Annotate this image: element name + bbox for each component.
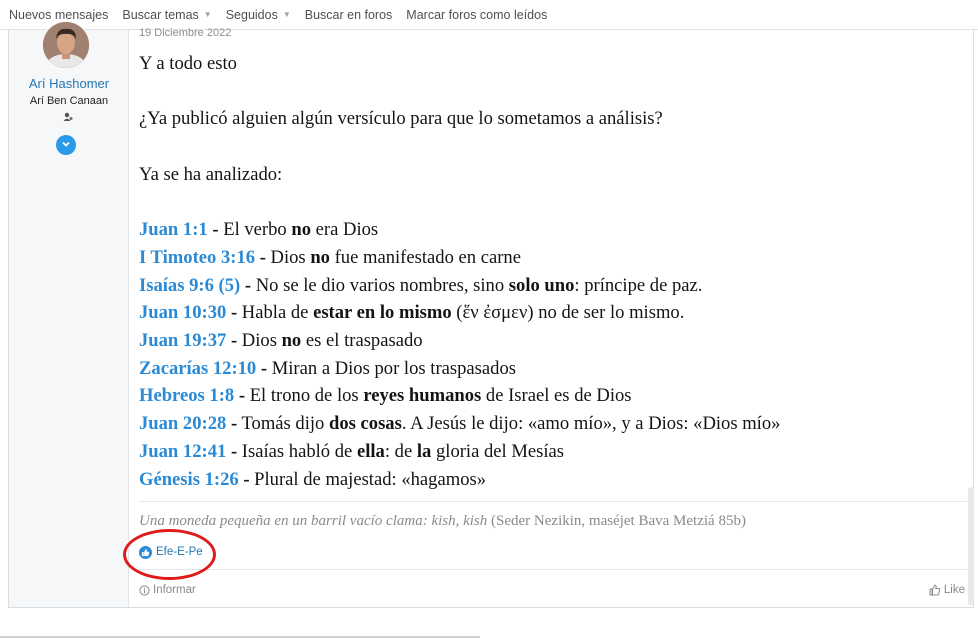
expand-user-info-button[interactable]	[56, 135, 76, 155]
signature-quote: Una moneda pequeña en un barril vacío cl…	[139, 513, 488, 529]
verse-reference-link[interactable]: Hebreos 1:8	[139, 385, 234, 406]
nav-watched[interactable]: Seguidos ▼	[226, 8, 291, 22]
caret-down-icon: ▼	[203, 10, 212, 19]
verse-reference-link[interactable]: Isaías 9:6 (5)	[139, 275, 240, 296]
annotation-circle	[123, 529, 216, 580]
like-button[interactable]: Like	[929, 584, 965, 596]
nav-new-posts[interactable]: Nuevos mensajes	[9, 8, 108, 22]
report-button[interactable]: Informar	[139, 584, 196, 596]
verse-reference-link[interactable]: Zacarías 12:10	[139, 358, 256, 379]
report-label: Informar	[153, 584, 196, 596]
verse-reference-link[interactable]: Génesis 1:26	[139, 469, 239, 490]
username-link[interactable]: Arí Hashomer	[9, 76, 129, 91]
verse-item: Génesis 1:26 - Plural de majestad: «haga…	[139, 468, 487, 490]
post-date[interactable]: 19 Diciembre 2022	[139, 27, 231, 39]
post-footer-divider	[139, 569, 967, 570]
user-title: Arí Ben Canaan	[29, 95, 109, 107]
forum-subnav: Nuevos mensajes Buscar temas ▼ Seguidos …	[0, 0, 978, 30]
like-label: Like	[943, 584, 965, 596]
signature-source: (Seder Nezikin, maséjet Bava Metziá 85b)	[487, 513, 746, 529]
thumbs-up-outline-icon	[929, 584, 941, 596]
verse-reference-link[interactable]: Juan 20:28	[139, 413, 226, 434]
post-user-column: Arí Hashomer Arí Ben Canaan	[9, 22, 129, 607]
verse-reference-link[interactable]: Juan 10:30	[139, 302, 226, 323]
verse-reference-link[interactable]: Juan 19:37	[139, 330, 226, 351]
verse-item: Hebreos 1:8 - El trono de los reyes huma…	[139, 385, 632, 407]
verse-item: Juan 10:30 - Habla de estar en lo mismo …	[139, 302, 685, 324]
post-content: 19 Diciembre 2022 Y a todo esto ¿Ya publ…	[130, 27, 973, 607]
verse-item: Juan 1:1 - El verbo no era Dios	[139, 219, 379, 241]
post-text-line: Y a todo esto	[139, 53, 237, 74]
info-circle-icon	[139, 584, 150, 596]
post-body: Y a todo esto ¿Ya publicó alguien algún …	[139, 50, 969, 493]
chevron-down-icon	[61, 139, 71, 152]
forum-post: Arí Hashomer Arí Ben Canaan 19 Diciembre…	[8, 22, 974, 608]
user-signature: Una moneda pequeña en un barril vacío cl…	[139, 513, 969, 530]
nav-label: Buscar en foros	[304, 7, 393, 22]
user-group-icon	[61, 110, 75, 124]
nav-search-threads[interactable]: Buscar temas ▼	[122, 8, 211, 22]
nav-mark-read[interactable]: Marcar foros como leídos	[406, 8, 547, 22]
nav-label: Marcar foros como leídos	[406, 7, 548, 22]
caret-down-icon: ▼	[282, 10, 291, 19]
post-text-line: Ya se ha analizado:	[139, 163, 283, 185]
verse-item: Juan 19:37 - Dios no es el traspasado	[139, 329, 423, 351]
verse-reference-link[interactable]: Juan 12:41	[139, 441, 226, 462]
nav-label: Nuevos mensajes	[9, 7, 109, 22]
scrollbar[interactable]	[968, 487, 974, 605]
verse-item: Zacarías 12:10 - Miran a Dios por los tr…	[139, 357, 516, 379]
verse-item: Juan 12:41 - Isaías habló de ella: de la…	[139, 440, 565, 462]
nav-label: Buscar temas	[122, 7, 199, 22]
post-text-line: ¿Ya publicó alguien algún versículo para…	[139, 108, 663, 130]
verse-item: Juan 20:28 - Tomás dijo dos cosas. A Jes…	[139, 413, 781, 435]
avatar[interactable]	[43, 22, 89, 68]
nav-label: Seguidos	[225, 7, 278, 22]
verse-item: Isaías 9:6 (5) - No se le dio varios nom…	[139, 274, 703, 296]
verse-item: I Timoteo 3:16 - Dios no fue manifestado…	[139, 246, 521, 268]
nav-search-forums[interactable]: Buscar en foros	[305, 8, 393, 22]
signature-divider	[139, 501, 967, 502]
verse-reference-link[interactable]: Juan 1:1	[139, 219, 208, 240]
verse-reference-link[interactable]: I Timoteo 3:16	[139, 247, 255, 268]
